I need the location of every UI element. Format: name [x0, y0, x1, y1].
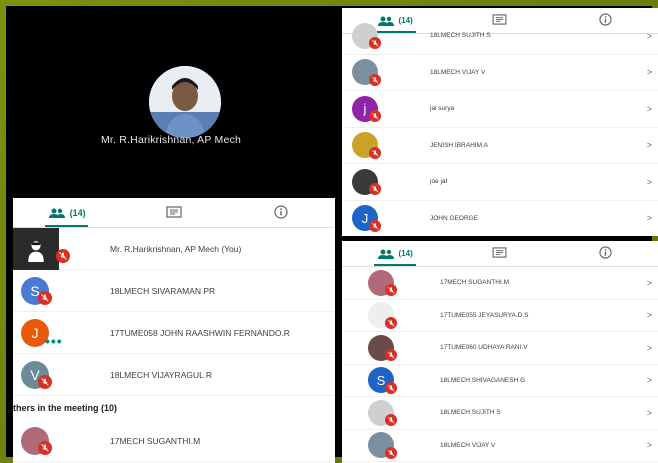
participant-name: jai surya: [430, 105, 455, 113]
chevron-right-icon[interactable]: >: [647, 104, 652, 114]
mic-off-icon: [385, 381, 397, 394]
participant-row[interactable]: JENISH IBRAHIM.A >: [342, 128, 658, 164]
participant-name: 17TUME055 JEYASURYA.D.S: [440, 311, 529, 319]
chevron-right-icon[interactable]: >: [647, 375, 652, 385]
participant-row[interactable]: V 18LMECH VIJAYRAGUL R: [13, 354, 335, 396]
chevron-right-icon[interactable]: >: [647, 31, 652, 41]
chevron-right-icon[interactable]: >: [647, 213, 652, 223]
mic-off-icon: [385, 446, 397, 459]
tab-chat[interactable]: [447, 241, 552, 266]
participant-name: 17MECH SUGANTHI.M: [440, 279, 509, 287]
chevron-right-icon[interactable]: >: [647, 310, 652, 320]
info-icon: [274, 204, 288, 221]
participant-row[interactable]: Mr. R.Harikrishnan, AP Mech (You): [13, 227, 335, 270]
mic-off-icon: [369, 110, 381, 123]
participant-row[interactable]: 18LMECH VIJAY V >: [342, 430, 658, 462]
participant-name: 18LMECH VIJAY V: [440, 441, 496, 449]
mic-off-icon: [369, 37, 381, 50]
participant-name: 17TUME060 UDHAYA RANI.V: [440, 344, 528, 352]
participant-row[interactable]: 17TUME055 JEYASURYA.D.S >: [342, 300, 658, 332]
info-icon: [599, 246, 612, 261]
participant-name: JENISH IBRAHIM.A: [430, 141, 489, 149]
tab-info[interactable]: [553, 241, 658, 266]
participant-name: 18LMECH SHIVAGANESH G: [440, 376, 526, 384]
mic-off-icon: [56, 249, 70, 263]
participant-row[interactable]: S 18LMECH SIVARAMAN PR: [13, 270, 335, 312]
participant-list: Mr. R.Harikrishnan, AP Mech (You) S 18LMEC…: [13, 227, 335, 396]
participant-row[interactable]: 17MECH SUGANTHI.M >: [342, 267, 658, 300]
participant-row[interactable]: 17MECH SUGANTHI.M: [13, 420, 335, 462]
participants-panel-top-right: (14) 18LMECH SUJITH S >18LMECH VIJAY V > j j…: [342, 8, 658, 236]
chevron-right-icon[interactable]: >: [647, 177, 652, 187]
mic-off-icon: [385, 349, 397, 362]
participant-name: 18LMECH SUJITH S: [430, 32, 491, 40]
participant-name: 17MECH SUGANTHI.M: [110, 435, 201, 446]
participants-panel-bottom-right: (14) 17MECH SUGANTHI.M >17TUME055 JEYASUR…: [342, 241, 658, 463]
presenter-avatar: [149, 66, 221, 138]
people-count: (14): [398, 249, 413, 258]
participant-row[interactable]: 18LMECH VIJAY V >: [342, 55, 658, 91]
participant-row[interactable]: j jai surya >: [342, 91, 658, 128]
participant-name: 18LMECH SIVARAMAN PR: [110, 285, 216, 296]
participant-row[interactable]: 17TUME060 UDHAYA RANI.V >: [342, 332, 658, 365]
mic-off-icon: [369, 219, 381, 232]
chevron-right-icon[interactable]: >: [647, 67, 652, 77]
participant-row[interactable]: J JOHN GEORGE >: [342, 201, 658, 237]
participant-row[interactable]: S 18LMECH SHIVAGANESH G >: [342, 365, 658, 397]
participant-name: 17TUME058 JOHN RAASHWIN FERNANDO.R: [110, 327, 290, 338]
participant-name: JOHN GEORGE: [430, 214, 479, 222]
mic-off-icon: [38, 441, 52, 455]
mic-off-icon: [385, 316, 397, 329]
chevron-right-icon[interactable]: >: [647, 140, 652, 150]
people-count: (14): [69, 207, 86, 218]
tab-people[interactable]: (14): [342, 241, 447, 266]
participant-name: joe jaf: [430, 178, 448, 186]
participant-row[interactable]: joe jaf >: [342, 164, 658, 201]
people-icon: [48, 208, 66, 218]
panel-tabs: (14): [13, 198, 335, 228]
participant-name: 18LMECH SUJITH S: [440, 409, 501, 417]
video-tile: Mr. R.Harikrishnan, AP Mech: [6, 6, 336, 198]
presenter-name: Mr. R.Harikrishnan, AP Mech: [100, 134, 241, 146]
others-section-header: thers in the meeting (10): [13, 403, 118, 413]
tab-chat[interactable]: [120, 198, 227, 227]
mic-off-icon: [385, 414, 397, 427]
participant-row[interactable]: J ••• 17TUME058 JOHN RAASHWIN FERNANDO.R: [13, 312, 335, 354]
chat-icon: [492, 247, 507, 260]
participant-list: 18LMECH SUJITH S >18LMECH VIJAY V > j jai su…: [342, 18, 658, 236]
participant-row[interactable]: 18LMECH SUJITH S >: [342, 397, 658, 430]
participants-panel-left: (14) Mr. R.Harikrishnan, AP Mech (You) S 1…: [13, 198, 335, 463]
chevron-right-icon[interactable]: >: [647, 278, 652, 288]
avatar-photo: [13, 227, 59, 270]
mic-off-icon: [38, 291, 52, 305]
others-list: 17MECH SUGANTHI.M: [13, 420, 335, 462]
mic-off-icon: [38, 375, 52, 389]
panel-tabs: (14): [342, 241, 658, 267]
tab-info[interactable]: [228, 198, 335, 227]
chevron-right-icon[interactable]: >: [647, 343, 652, 353]
chevron-right-icon[interactable]: >: [647, 440, 652, 450]
participant-list: 17MECH SUGANTHI.M >17TUME055 JEYASURYA.D.…: [342, 267, 658, 462]
participant-row[interactable]: 18LMECH SUJITH S >: [342, 18, 658, 55]
mic-off-icon: [369, 183, 381, 196]
chat-icon: [166, 205, 182, 220]
participant-name: 18LMECH VIJAY V: [430, 68, 486, 76]
mic-off-icon: [369, 73, 381, 86]
participant-name: 18LMECH VIJAYRAGUL R: [110, 369, 213, 380]
mic-off-icon: [385, 284, 397, 297]
tab-people[interactable]: (14): [13, 198, 120, 227]
mic-off-icon: [369, 146, 381, 159]
people-icon: [377, 249, 395, 259]
chevron-right-icon[interactable]: >: [647, 408, 652, 418]
speaking-indicator-icon: •••: [45, 333, 63, 349]
participant-name: Mr. R.Harikrishnan, AP Mech (You): [110, 243, 242, 254]
